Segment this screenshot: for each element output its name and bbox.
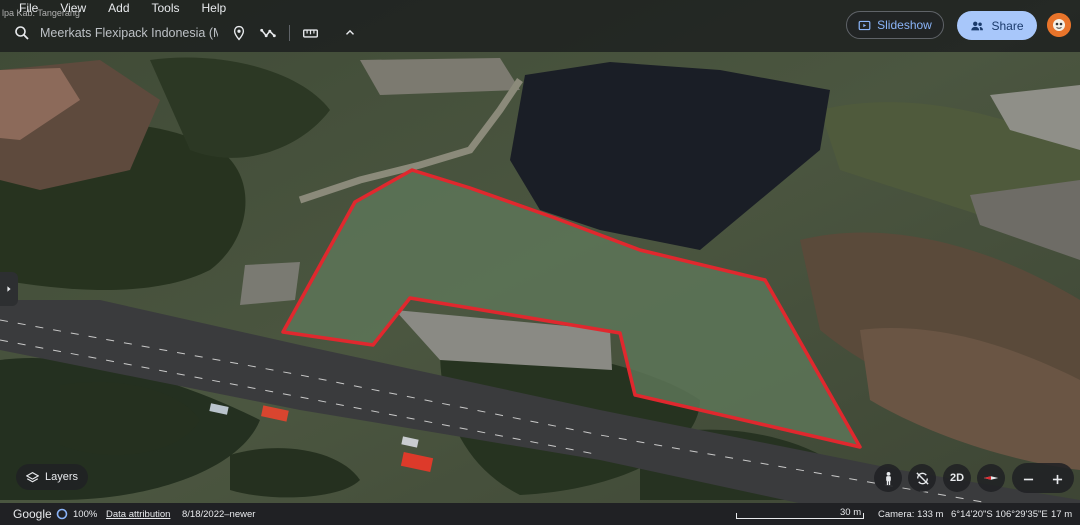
- layers-button[interactable]: Layers: [16, 464, 88, 490]
- toolbar-divider: [289, 25, 290, 41]
- loading-ring-icon: [56, 508, 68, 520]
- menu-view[interactable]: View: [49, 0, 97, 16]
- zoom-in-button[interactable]: [1043, 465, 1071, 493]
- imagery-date: 8/18/2022–newer: [182, 509, 256, 520]
- menu-bar: File View Add Tools Help: [8, 0, 237, 16]
- loading-percent: 100%: [73, 509, 98, 520]
- layers-label: Layers: [45, 471, 79, 483]
- path-icon[interactable]: [258, 23, 278, 43]
- pegman-button[interactable]: [874, 464, 902, 492]
- rotate-crossed-icon: [915, 471, 929, 485]
- slideshow-icon: [858, 20, 871, 30]
- compass-icon: [983, 476, 999, 480]
- google-logo: Google: [13, 507, 52, 521]
- layers-icon: [26, 471, 39, 482]
- search-input[interactable]: Meerkats Flexipack Indonesia (MF: [40, 26, 218, 40]
- menu-help[interactable]: Help: [191, 0, 238, 16]
- chevron-right-icon: [7, 286, 11, 292]
- pegman-icon: [885, 471, 891, 485]
- elevation: 17 m: [1051, 509, 1073, 520]
- scale-bar: [736, 513, 864, 519]
- slideshow-button[interactable]: Slideshow: [846, 11, 944, 39]
- people-icon: [971, 21, 984, 30]
- compass-button[interactable]: [977, 464, 1005, 492]
- status-bar: Google 100% Data attribution 8/18/2022–n…: [0, 503, 1080, 525]
- camera-altitude: Camera: 133 m: [878, 509, 944, 520]
- ruler-icon[interactable]: [300, 23, 320, 43]
- chevron-up-icon[interactable]: [340, 23, 360, 43]
- satellite-map[interactable]: [0, 0, 1080, 525]
- coordinates: 6°14'20"S 106°29'35"E: [951, 509, 1048, 520]
- pin-icon[interactable]: [229, 23, 249, 43]
- data-attribution-link[interactable]: Data attribution: [106, 509, 170, 520]
- slideshow-label: Slideshow: [877, 18, 932, 32]
- zoom-out-button[interactable]: [1014, 465, 1042, 493]
- plus-icon: [1052, 474, 1062, 484]
- share-button[interactable]: Share: [957, 11, 1037, 40]
- rotate-view-button[interactable]: [908, 464, 936, 492]
- share-label: Share: [991, 18, 1024, 33]
- avatar[interactable]: [1047, 13, 1071, 37]
- side-panel-toggle[interactable]: [0, 272, 18, 306]
- search-box[interactable]: Meerkats Flexipack Indonesia (MF: [6, 20, 218, 46]
- minus-icon: [1023, 478, 1033, 480]
- search-icon[interactable]: [14, 25, 30, 41]
- menu-tools[interactable]: Tools: [141, 0, 191, 16]
- view-mode-button[interactable]: 2D: [943, 464, 971, 492]
- menu-file[interactable]: File: [8, 0, 49, 16]
- menu-add[interactable]: Add: [97, 0, 140, 16]
